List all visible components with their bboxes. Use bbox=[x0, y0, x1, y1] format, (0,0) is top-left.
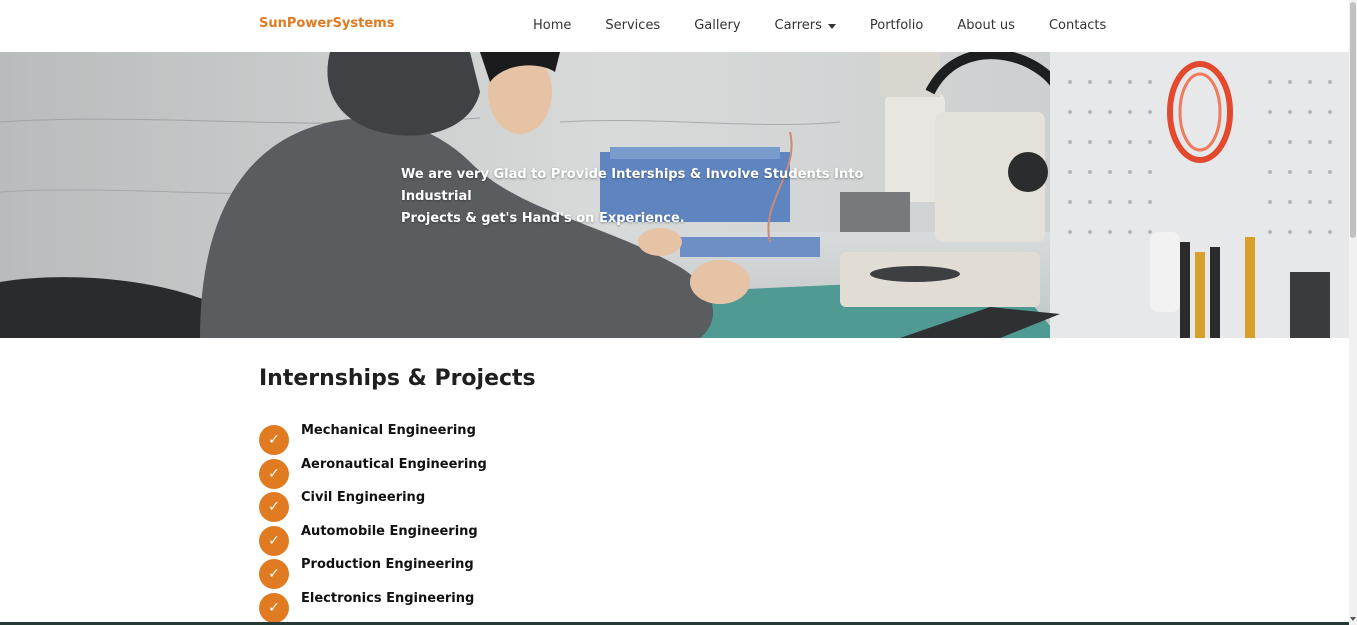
nav-about-us[interactable]: About us bbox=[957, 15, 1015, 35]
check-icon: ✓ bbox=[259, 425, 289, 455]
list-item-label: Aeronautical Engineering bbox=[301, 456, 487, 472]
nav-carrers-label: Carrers bbox=[774, 17, 822, 33]
list-item-label: Automobile Engineering bbox=[301, 523, 478, 539]
nav-contacts[interactable]: Contacts bbox=[1049, 15, 1106, 35]
nav-portfolio[interactable]: Portfolio bbox=[870, 15, 923, 35]
list-item-label: Civil Engineering bbox=[301, 490, 426, 506]
list-item-label: Mechanical Engineering bbox=[301, 423, 476, 438]
nav-carrers[interactable]: Carrers bbox=[775, 15, 836, 35]
hero-line-2: Projects & get's Hand's on Experience. bbox=[401, 211, 685, 226]
list-item-label: Electronics Engineering bbox=[301, 590, 475, 606]
check-icon: ✓ bbox=[259, 492, 289, 523]
page-scrollbar[interactable] bbox=[1349, 0, 1357, 625]
scroll-down-icon[interactable] bbox=[1350, 617, 1356, 621]
brand-logo[interactable]: SunPowerSystems bbox=[259, 16, 394, 31]
hero-headline: We are very Glad to Provide Interships &… bbox=[401, 164, 921, 230]
main-nav: Home Services Gallery Carrers Portfolio … bbox=[533, 15, 1106, 35]
site-header: SunPowerSystems Home Services Gallery Ca… bbox=[0, 0, 1349, 52]
nav-contacts-label: Contacts bbox=[1048, 17, 1107, 33]
check-icon: ✓ bbox=[259, 559, 289, 590]
nav-home[interactable]: Home bbox=[533, 15, 571, 35]
check-icon: ✓ bbox=[259, 525, 289, 556]
nav-services-label: Services bbox=[605, 17, 661, 33]
nav-portfolio-label: Portfolio bbox=[869, 17, 924, 33]
scrollbar-thumb[interactable] bbox=[1350, 2, 1356, 238]
hero-line-1: We are very Glad to Provide Interships &… bbox=[401, 167, 864, 204]
nav-gallery[interactable]: Gallery bbox=[694, 15, 740, 35]
chevron-down-icon bbox=[827, 23, 836, 29]
nav-services[interactable]: Services bbox=[605, 15, 660, 35]
check-icon: ✓ bbox=[259, 458, 289, 489]
list-item-label: Production Engineering bbox=[301, 557, 474, 573]
nav-home-label: Home bbox=[533, 17, 572, 33]
nav-gallery-label: Gallery bbox=[694, 17, 741, 33]
hero-banner: We are very Glad to Provide Interships &… bbox=[0, 52, 1349, 338]
check-icon: ✓ bbox=[259, 592, 289, 623]
section-title: Internships & Projects bbox=[259, 366, 536, 391]
nav-about-label: About us bbox=[957, 17, 1015, 33]
